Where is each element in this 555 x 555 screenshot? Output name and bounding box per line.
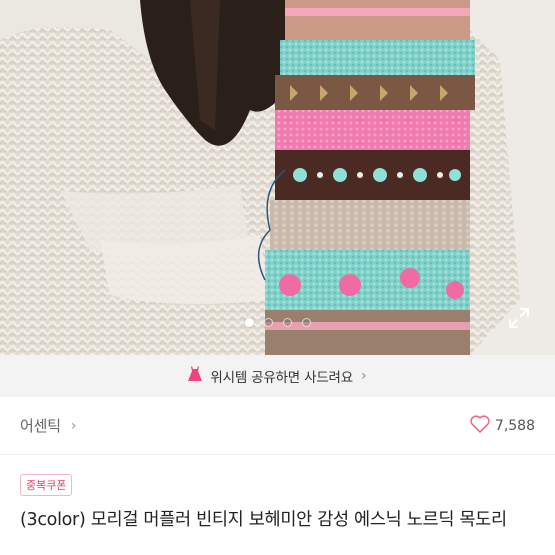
wish-banner-text: 위시템 공유하면 사드려요: [210, 370, 353, 386]
gallery-dot-4[interactable]: [301, 318, 311, 327]
product-title: (3color) 모리걸 머플러 빈티지 보헤미안 감성 에스닉 노르딕 목도리: [20, 510, 507, 530]
shop-row: 어센틱 › 7,588: [0, 397, 555, 454]
section-divider: [0, 454, 555, 455]
gallery-pagination: [0, 318, 555, 332]
like-count: 7,588: [494, 417, 535, 434]
heart-outline-icon: [470, 414, 490, 437]
product-photo-illustration: [0, 0, 555, 355]
product-image[interactable]: [0, 0, 555, 355]
coupon-badge: 중복쿠폰: [20, 474, 73, 496]
like-button[interactable]: 7,588: [470, 414, 535, 437]
gallery-dot-2[interactable]: [263, 318, 273, 327]
shop-name[interactable]: 어센틱: [20, 415, 61, 436]
gallery-dot-1[interactable]: [244, 318, 254, 327]
wish-share-banner[interactable]: 위시템 공유하면 사드려요 ›: [0, 355, 555, 397]
gallery-dot-3[interactable]: [282, 318, 292, 327]
expand-icon[interactable]: [507, 306, 531, 330]
chevron-right-icon: ›: [361, 368, 367, 384]
chevron-right-icon[interactable]: ›: [71, 418, 77, 434]
dress-icon: [188, 366, 203, 386]
